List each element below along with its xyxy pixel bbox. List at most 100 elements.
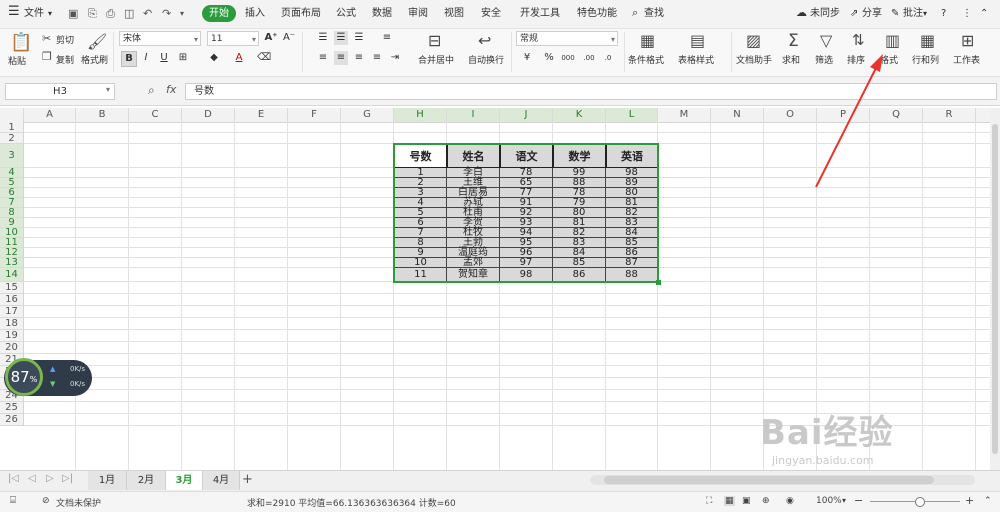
sheet-tab-1[interactable]: 1月 (88, 471, 127, 490)
row-header-15[interactable]: 15 (0, 282, 24, 294)
merge-center-icon[interactable]: ⊟ (428, 31, 441, 50)
eye-protect-icon[interactable]: ◉ (786, 496, 794, 506)
menu-file[interactable]: 文件 (24, 6, 44, 22)
formula-input[interactable]: 号数 (185, 83, 997, 100)
wrap-text-button[interactable]: 自动换行 (468, 53, 504, 66)
clear-format-icon[interactable]: ⌫ (257, 51, 271, 65)
increase-font-icon[interactable]: A⁺ (264, 31, 278, 45)
scissors-icon[interactable]: ✂ (42, 32, 51, 45)
chevron-down-icon[interactable]: ▾ (48, 6, 52, 22)
align-right-icon[interactable]: ≡ (352, 51, 366, 65)
name-box[interactable]: H3 (5, 83, 115, 100)
column-header-a[interactable]: A (24, 108, 76, 122)
row-header-19[interactable]: 19 (0, 330, 24, 342)
normal-view-icon[interactable]: ▦ (724, 496, 735, 506)
zoom-in-icon[interactable]: + (965, 494, 974, 507)
prev-sheet-icon[interactable]: ◁ (28, 473, 36, 484)
align-bottom-icon[interactable]: ☰ (352, 31, 366, 45)
format-button[interactable]: 格式 (880, 53, 898, 66)
worksheet-button[interactable]: 工作表 (953, 53, 980, 66)
sheet-tab-2[interactable]: 2月 (127, 471, 166, 490)
filter-icon[interactable]: ▽ (820, 31, 832, 50)
percent-icon[interactable]: % (542, 51, 556, 65)
row-header-14[interactable]: 14 (0, 268, 24, 282)
italic-button[interactable]: I (139, 51, 153, 65)
copy-button[interactable]: 复制 (56, 53, 74, 66)
font-color-icon[interactable]: A (232, 51, 246, 65)
print-icon[interactable]: ⎙ (106, 7, 115, 21)
doc-helper-icon[interactable]: ▨ (746, 31, 761, 50)
sheet-tab-4[interactable]: 4月 (203, 471, 240, 490)
wrap-text-icon[interactable]: ↩ (478, 31, 491, 50)
align-center-icon[interactable]: ≡ (334, 51, 348, 65)
preview-icon[interactable]: ◫ (124, 7, 134, 20)
tab-page-layout[interactable]: 页面布局 (281, 6, 321, 22)
column-header-c[interactable]: C (129, 108, 182, 122)
align-middle-icon[interactable]: ☰ (334, 31, 348, 45)
sort-button[interactable]: 排序 (847, 53, 865, 66)
paste-button[interactable]: 粘贴 (8, 54, 26, 67)
protect-status[interactable]: 文档未保护 (56, 496, 101, 509)
help-button[interactable]: ? (941, 6, 946, 22)
search-button[interactable]: 查找 (644, 6, 664, 22)
first-sheet-icon[interactable]: |◁ (8, 473, 19, 484)
zoom-slider-handle[interactable] (915, 497, 925, 507)
zoom-formula-icon[interactable]: ⌕ (148, 83, 155, 98)
column-header-q[interactable]: Q (870, 108, 923, 122)
format-painter-button[interactable]: 格式刷 (81, 53, 108, 66)
tab-features[interactable]: 特色功能 (577, 6, 617, 22)
filter-button[interactable]: 筛选 (815, 53, 833, 66)
align-top-icon[interactable]: ☰ (316, 31, 330, 45)
row-header-13[interactable]: 13 (0, 258, 24, 268)
bold-button[interactable]: B (121, 51, 137, 67)
column-header-e[interactable]: E (235, 108, 288, 122)
column-header-b[interactable]: B (76, 108, 129, 122)
row-col-icon[interactable]: ▦ (920, 31, 935, 50)
merge-center-button[interactable]: 合并居中 (418, 53, 454, 66)
sum-icon[interactable]: Σ (788, 31, 799, 51)
column-header-d[interactable]: D (182, 108, 235, 122)
justify-icon[interactable]: ≡ (370, 51, 384, 65)
fill-handle[interactable] (656, 280, 661, 285)
tab-home[interactable]: 开始 (202, 5, 236, 22)
hamburger-icon[interactable]: ☰ (8, 4, 20, 20)
doc-helper-button[interactable]: 文档助手 (736, 53, 772, 66)
number-format-select[interactable]: 常规 ▾ (516, 31, 618, 46)
column-header-f[interactable]: F (288, 108, 341, 122)
network-speed-widget[interactable]: 87% ▲ 0K/s ▼ 0K/s (4, 358, 92, 396)
status-expand-icon[interactable]: ⌃ (984, 496, 992, 506)
row-header-1[interactable]: 1 (0, 122, 24, 133)
row-header-16[interactable]: 16 (0, 294, 24, 306)
share-button[interactable]: 分享 (862, 6, 882, 22)
conditional-format-button[interactable]: 条件格式 (628, 53, 664, 66)
font-name-select[interactable]: 宋体 ▾ (119, 31, 201, 46)
text-direction-icon[interactable]: ≡ (380, 31, 394, 45)
collapse-icon[interactable]: ⌃ (980, 6, 988, 22)
more-icon[interactable]: ⋮ (962, 6, 972, 22)
copy-icon[interactable]: ❐ (42, 50, 52, 63)
paste-icon[interactable]: 📋 (10, 32, 32, 53)
scrollbar-thumb[interactable] (992, 124, 998, 454)
table-style-button[interactable]: 表格样式 (678, 53, 714, 66)
column-header-p[interactable]: P (817, 108, 870, 122)
zoom-chevron-icon[interactable]: ▾ (842, 496, 846, 505)
column-header-o[interactable]: O (764, 108, 817, 122)
comment-chevron-icon[interactable]: ▾ (923, 6, 927, 22)
column-header-r[interactable]: R (923, 108, 976, 122)
search-icon[interactable]: ⌕ (632, 5, 638, 21)
row-header-25[interactable]: 25 (0, 402, 24, 414)
thousands-icon[interactable]: 000 (561, 51, 575, 65)
cloud-icon[interactable]: ☁ (796, 5, 807, 21)
table-style-icon[interactable]: ▤ (690, 31, 705, 50)
column-header-h[interactable]: H (394, 108, 447, 122)
tab-review[interactable]: 审阅 (408, 6, 428, 22)
redo-icon[interactable]: ↷ (162, 7, 171, 20)
sort-icon[interactable]: ⇅ (852, 31, 865, 49)
page-layout-icon[interactable]: ▣ (742, 496, 751, 506)
underline-button[interactable]: U (157, 51, 171, 65)
last-sheet-icon[interactable]: ▷| (62, 473, 73, 484)
font-size-select[interactable]: 11 ▾ (207, 31, 259, 46)
fill-color-icon[interactable]: ◆ (207, 51, 221, 65)
column-header-g[interactable]: G (341, 108, 394, 122)
selection-stats[interactable]: 求和=2910 平均值=66.136363636364 计数=60 (247, 496, 456, 509)
